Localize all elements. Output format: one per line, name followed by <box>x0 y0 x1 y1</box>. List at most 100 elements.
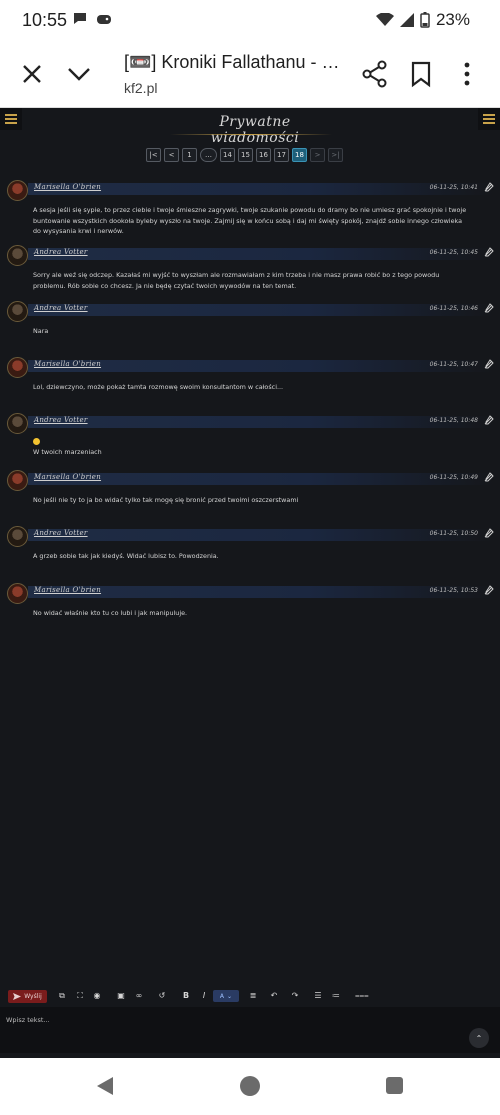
author-name[interactable]: Marisella O'brien <box>34 586 101 594</box>
copy-icon[interactable]: ⧉ <box>57 991 67 1001</box>
undo-icon[interactable]: ↶ <box>269 991 279 1001</box>
send-icon <box>13 993 22 1000</box>
editor-toolbar: Wyślij ⧉ ⛶ ◉ ▣ ∞ ↺ B I A ⌄ ≣ ↶ ↷ ☰ ≔ ⩶ <box>0 988 500 1006</box>
message: Marisella O'brien 06-11-25, 10:47 Lol, d… <box>0 357 500 393</box>
message-text: A sesja jeśli się sypie, to przez ciebie… <box>33 206 467 235</box>
message-editor <box>0 1007 500 1053</box>
quote-icon[interactable] <box>484 415 494 425</box>
message-header-bar <box>28 248 493 260</box>
align-icon[interactable]: ≣ <box>248 991 258 1001</box>
chevron-up-icon: ⌃ <box>475 1033 483 1043</box>
page-link[interactable]: 16 <box>256 148 271 162</box>
page-link[interactable]: 1 <box>182 148 197 162</box>
avatar[interactable] <box>7 180 28 201</box>
message-text: No widać właśnie kto tu co lubi i jak ma… <box>33 609 188 617</box>
messages-page: Prywatne wiadomości |< < 1 … 14 15 16 17… <box>0 108 500 1058</box>
left-menu-button[interactable] <box>0 108 22 130</box>
message-text: W twoich marzeniach <box>33 448 102 456</box>
message-text: Nara <box>33 327 49 335</box>
author-name[interactable]: Marisella O'brien <box>34 473 101 481</box>
link-icon[interactable]: ∞ <box>134 991 144 1001</box>
message-time: 06-11-25, 10:50 <box>429 530 478 537</box>
image-icon[interactable]: ▣ <box>116 991 126 1001</box>
title-underline <box>170 134 332 135</box>
message-text: No jeśli nie ty to ja bo widać tylko tak… <box>33 496 299 504</box>
author-name[interactable]: Andrea Votter <box>34 416 88 424</box>
send-label: Wyślij <box>24 993 42 1000</box>
message: Andrea Votter 06-11-25, 10:48 W twoich m… <box>0 413 500 458</box>
next-page-button[interactable]: > <box>310 148 325 162</box>
bold-icon[interactable]: B <box>181 991 191 1001</box>
bookmark-icon[interactable] <box>410 60 432 88</box>
last-page-button[interactable]: >| <box>328 148 343 162</box>
message-time: 06-11-25, 10:46 <box>429 305 478 312</box>
redo-icon[interactable]: ↷ <box>290 991 300 1001</box>
text-color-select[interactable]: A ⌄ <box>213 990 239 1002</box>
more-options-icon[interactable] <box>460 60 474 88</box>
status-bar: 10:55 23% <box>0 0 500 40</box>
share-icon[interactable] <box>362 60 388 88</box>
recent-apps-icon[interactable] <box>386 1077 403 1094</box>
quote-icon[interactable] <box>484 359 494 369</box>
quote-icon[interactable] <box>484 585 494 595</box>
author-name[interactable]: Andrea Votter <box>34 529 88 537</box>
author-name[interactable]: Marisella O'brien <box>34 183 101 191</box>
preview-eye-icon[interactable]: ◉ <box>92 991 102 1001</box>
chevron-down-icon[interactable] <box>66 62 92 86</box>
quote-icon[interactable] <box>484 247 494 257</box>
page-link[interactable]: 15 <box>238 148 253 162</box>
avatar[interactable] <box>7 357 28 378</box>
current-page[interactable]: 18 <box>292 148 307 162</box>
battery-level: 23% <box>435 10 470 29</box>
quote-icon[interactable] <box>484 472 494 482</box>
message-text: Lol, dziewczyno, może pokaż tamta rozmow… <box>33 383 284 391</box>
avatar[interactable] <box>7 470 28 491</box>
bullet-list-icon[interactable]: ☰ <box>313 991 323 1001</box>
scroll-top-button[interactable]: ⌃ <box>469 1028 489 1048</box>
message-body: W twoich marzeniach <box>0 435 500 458</box>
message-time: 06-11-25, 10:49 <box>429 474 478 481</box>
prev-page-button[interactable]: < <box>164 148 179 162</box>
system-nav-bar <box>0 1058 500 1115</box>
avatar[interactable] <box>7 301 28 322</box>
message: Marisella O'brien 06-11-25, 10:53 No wid… <box>0 583 500 619</box>
message-text: Sorry ale weź się odczep. Kazałaś mi wyj… <box>33 271 440 290</box>
author-name[interactable]: Andrea Votter <box>34 248 88 256</box>
quote-icon[interactable] <box>484 182 494 192</box>
italic-icon[interactable]: I <box>199 991 209 1001</box>
right-menu-button[interactable] <box>478 108 500 130</box>
page-ellipsis[interactable]: … <box>200 148 217 162</box>
message-text: A grzeb sobie tak jak kiedyś. Widać lubi… <box>33 552 219 560</box>
avatar[interactable] <box>7 583 28 604</box>
avatar[interactable] <box>7 245 28 266</box>
message-header-bar <box>28 416 493 428</box>
avatar[interactable] <box>7 413 28 434</box>
notification-icons <box>72 12 112 26</box>
first-page-button[interactable]: |< <box>146 148 161 162</box>
fullscreen-icon[interactable]: ⛶ <box>75 991 85 1001</box>
numbered-list-icon[interactable]: ≔ <box>331 991 341 1001</box>
battery-icon <box>420 12 430 28</box>
message-header-bar <box>28 304 493 316</box>
avatar[interactable] <box>7 526 28 547</box>
message: Andrea Votter 06-11-25, 10:50 A grzeb so… <box>0 526 500 562</box>
author-name[interactable]: Marisella O'brien <box>34 360 101 368</box>
page-link[interactable]: 17 <box>274 148 289 162</box>
send-button[interactable]: Wyślij <box>8 990 47 1003</box>
page-title: Prywatne wiadomości <box>210 114 300 146</box>
page-link[interactable]: 14 <box>220 148 235 162</box>
quote-icon[interactable] <box>484 528 494 538</box>
message-input[interactable] <box>6 1013 446 1027</box>
quote-icon[interactable] <box>484 303 494 313</box>
horizontal-rule-icon[interactable]: ⩶ <box>355 991 369 1001</box>
message: Andrea Votter 06-11-25, 10:45 Sorry ale … <box>0 245 500 291</box>
close-icon[interactable] <box>20 62 44 86</box>
home-icon[interactable] <box>240 1076 260 1096</box>
back-icon[interactable] <box>95 1076 115 1096</box>
message-time: 06-11-25, 10:48 <box>429 417 478 424</box>
message-time: 06-11-25, 10:47 <box>429 361 478 368</box>
author-name[interactable]: Andrea Votter <box>34 304 88 312</box>
history-icon[interactable]: ↺ <box>157 991 167 1001</box>
text-color-label: A <box>219 992 225 1000</box>
page-url: kf2.pl <box>124 80 158 96</box>
